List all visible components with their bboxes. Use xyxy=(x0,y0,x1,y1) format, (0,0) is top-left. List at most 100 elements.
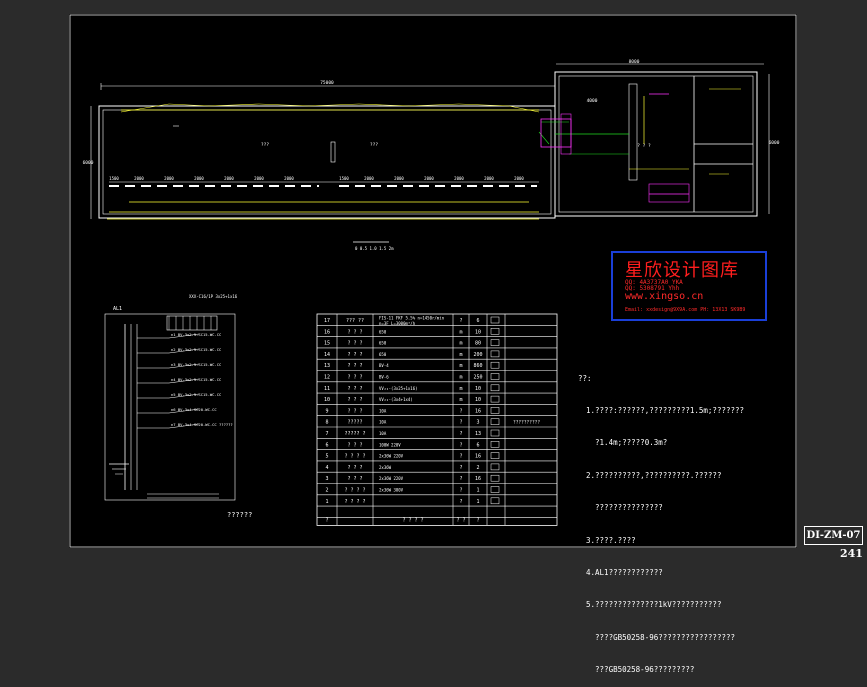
table-cell-spec: VV₂₂-(3x25+1x16) xyxy=(379,386,418,391)
note-line: 4.AL1???????????? xyxy=(586,567,663,577)
column xyxy=(330,141,336,163)
table-cell-name: ? ? ? xyxy=(347,386,362,392)
circuit-label: n7 BV-3x4-SC20-WC.CC ?????? xyxy=(171,422,233,427)
table-cell-unit: ? xyxy=(459,420,462,426)
table-symbol xyxy=(490,395,500,403)
panel-id: AL1 xyxy=(113,306,122,312)
spacing-text: 2000 xyxy=(394,176,404,181)
table-cell-unit: ? xyxy=(459,465,462,471)
circuit-label: n2 BV-3x2.5-SC15-WC.CC xyxy=(171,347,221,352)
table-cell-spec: 10A xyxy=(379,431,387,436)
table-cell-name: ? ? ? ? xyxy=(344,488,365,494)
table-cell-qty: 6 xyxy=(476,318,479,324)
table-cell-no: 3 xyxy=(325,476,328,482)
lighting-circuit xyxy=(508,105,540,113)
table-symbol xyxy=(490,373,500,380)
table-cell-qty: 1 xyxy=(476,488,479,494)
table-cell-no: 15 xyxy=(324,341,330,347)
table-cell-no: 7 xyxy=(325,431,328,437)
table-cell-spec: n=3F L=3000m³/h xyxy=(379,321,416,326)
equipment-box xyxy=(648,183,690,203)
table-cell-no: 4 xyxy=(325,465,328,471)
schematic-top-label: XXX-C16/1P 3x25+1x16 xyxy=(189,294,238,299)
spacing-text: 2000 xyxy=(254,176,264,181)
table-cell-qty: 3 xyxy=(476,420,479,426)
table-cell-qty: 13 xyxy=(475,431,481,437)
table-cell-unit: m xyxy=(459,397,462,403)
table-cell-unit: ? xyxy=(459,431,462,437)
table-cell-spec: 650 xyxy=(379,341,387,346)
table-cell-no: 13 xyxy=(324,363,330,369)
circuit-label: n4 BV-3x2.5-SC15-WC.CC xyxy=(171,377,221,382)
spacing-text: 2000 xyxy=(514,176,524,181)
table-cell-spec: FIS-11 FKF 5.5% n=1450r/min xyxy=(379,316,445,321)
table-cell-spec: 650 xyxy=(379,329,387,334)
dimension-text: 6000 xyxy=(83,160,94,166)
table-cell-qty: 2 xyxy=(476,465,479,471)
table-cell-name: ? ? ? xyxy=(347,408,362,414)
table-cell-name: ??? ?? xyxy=(346,318,364,324)
note-line: 5.??????????????1kV??????????? xyxy=(586,600,722,610)
long-room-inner-wall xyxy=(102,109,552,215)
breaker-group xyxy=(166,315,218,331)
circuit-label: n6 BV-3x4-SC20-WC.CC xyxy=(171,407,217,412)
table-remark: ?????????? xyxy=(513,420,540,426)
dimension-text: 4000 xyxy=(587,98,598,104)
table-cell-no: 11 xyxy=(324,386,330,392)
circuit-label: n5 BV-3x2.5-SC15-WC.CC xyxy=(171,392,221,397)
spacing-text: 2000 xyxy=(194,176,204,181)
table-cell-name: ? ? ? xyxy=(347,363,362,369)
dimension-text: 75000 xyxy=(320,80,334,86)
table-cell-name: ????? xyxy=(347,420,362,426)
note-line: ???GB50258-96????????? xyxy=(586,665,695,675)
note-line: ?1.4m;?????0.3m? xyxy=(586,438,668,448)
circuit-label: n3 BV-3x2.5-SC15-WC.CC xyxy=(171,362,221,367)
scale-label: 0 0.5 1.0 1.5 2m xyxy=(355,246,394,251)
table-symbol xyxy=(490,350,500,358)
lighting-circuit xyxy=(120,103,170,113)
table-cell-name: ? ? ? xyxy=(347,341,362,347)
table-footer: ? xyxy=(325,517,328,523)
table-cell-unit: m xyxy=(459,341,462,347)
note-line: ??????????????? xyxy=(586,503,663,513)
table-cell-name: ? ? ? xyxy=(347,329,362,335)
table-cell-spec: BV-4 xyxy=(379,363,389,368)
table-cell-name: ? ? ? ? xyxy=(344,499,365,505)
table-cell-no: 1 xyxy=(325,499,328,505)
table-cell-no: 17 xyxy=(324,318,330,324)
table-cell-unit: m xyxy=(459,352,462,358)
table-cell-spec: BV-6 xyxy=(379,375,389,380)
spacing-text: 2000 xyxy=(424,176,434,181)
table-symbol xyxy=(490,339,500,346)
table-cell-no: 12 xyxy=(324,375,330,381)
table-cell-unit: m xyxy=(459,329,462,335)
table-cell-unit: ? xyxy=(459,499,462,505)
watermark-email: Email: xxdesign@9X9A.com PH: 13X13 SK9B9 xyxy=(625,307,746,313)
table-cell-no: 2 xyxy=(325,488,328,494)
table-symbol xyxy=(490,418,500,425)
table-footer: ? ? xyxy=(456,517,465,523)
table-cell-spec: 2x36W 380V xyxy=(379,488,404,493)
table-cell-no: 10 xyxy=(324,397,330,403)
table-footer: ? xyxy=(476,517,479,523)
table-cell-no: 5 xyxy=(325,454,328,460)
table-symbol xyxy=(490,328,500,335)
table-cell-no: 16 xyxy=(324,329,330,335)
table-symbol xyxy=(490,384,500,392)
drawing-number: DI-ZM-07 xyxy=(804,526,863,545)
table-cell-name: ? ? ? ? xyxy=(344,454,365,460)
table-cell-name: ? ? ? xyxy=(347,476,362,482)
table-cell-qty: 250 xyxy=(473,375,482,381)
dimension-text: 8000 xyxy=(629,59,640,65)
table-symbol xyxy=(490,316,500,324)
room-label: ??? xyxy=(261,142,269,148)
watermark-stamp: 星欣设计图库 QQ: 4A3737A0 YKA QQ: 5308791 Yhh … xyxy=(611,251,767,321)
table-cell-name: ? ? ? xyxy=(347,375,362,381)
table-cell-qty: 10 xyxy=(475,329,481,335)
spacing-text: 2000 xyxy=(224,176,234,181)
spacing-text: 2000 xyxy=(284,176,294,181)
table-cell-unit: ? xyxy=(459,408,462,414)
table-cell-qty: 10 xyxy=(475,386,481,392)
table-symbol xyxy=(490,463,500,471)
table-cell-qty: 16 xyxy=(475,476,481,482)
